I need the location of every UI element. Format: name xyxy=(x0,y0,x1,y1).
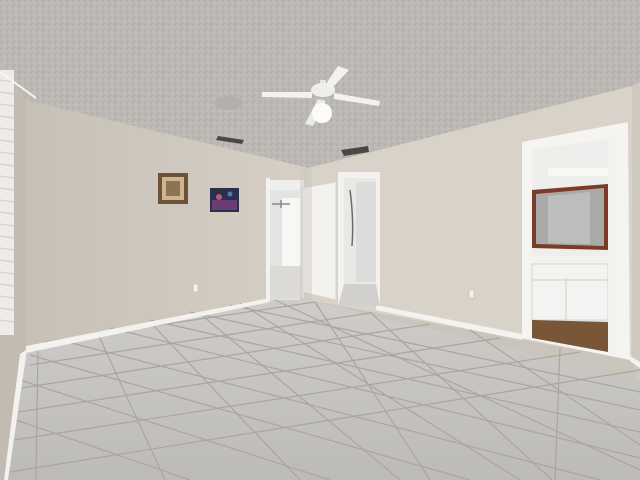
bathroom-door-edge xyxy=(608,132,616,354)
bathroom-counter xyxy=(532,256,608,264)
bathroom-doorway xyxy=(522,122,630,360)
wall-outlet xyxy=(192,283,199,293)
shower-doorway xyxy=(338,172,380,306)
framed-picture xyxy=(158,173,188,204)
wall-outlet xyxy=(468,289,475,299)
canvas-print xyxy=(210,188,239,212)
bathroom-vanity-light xyxy=(548,168,608,176)
bathroom-cabinets xyxy=(531,263,609,321)
room-illustration xyxy=(0,0,640,480)
right-wall xyxy=(632,82,640,390)
hallway-doorway xyxy=(266,178,304,300)
room-photo xyxy=(0,0,640,480)
